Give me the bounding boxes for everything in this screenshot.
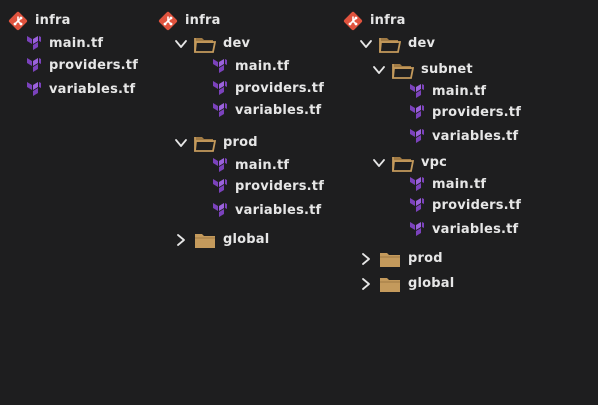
tree-row-label: prod bbox=[408, 251, 443, 266]
tree-row-file[interactable]: main.tf bbox=[409, 81, 486, 103]
tree-row-label: main.tf bbox=[235, 158, 290, 173]
terraform-icon bbox=[409, 128, 425, 146]
folder-closed-icon bbox=[194, 231, 216, 249]
tree-row-label: main.tf bbox=[432, 84, 487, 99]
terraform-icon bbox=[409, 104, 425, 122]
terraform-icon bbox=[212, 157, 228, 175]
terraform-icon bbox=[409, 221, 425, 239]
tree-panel-environments: infra dev main.tf providers.tf variables… bbox=[155, 0, 355, 405]
git-icon bbox=[8, 11, 28, 31]
tree-folder-dev[interactable]: dev bbox=[359, 33, 435, 55]
tree-row-label: main.tf bbox=[432, 177, 487, 192]
chevron-right-icon[interactable] bbox=[359, 277, 373, 291]
tree-row-label: variables.tf bbox=[235, 103, 322, 118]
folder-open-icon bbox=[194, 134, 216, 152]
tree-folder-global[interactable]: global bbox=[174, 229, 269, 251]
folder-open-icon bbox=[392, 61, 414, 79]
tree-row-label: providers.tf bbox=[235, 81, 325, 96]
tree-row-file[interactable]: variables.tf bbox=[409, 219, 518, 241]
git-icon bbox=[343, 11, 363, 31]
tree-row-label: global bbox=[408, 276, 455, 291]
terraform-icon bbox=[212, 58, 228, 76]
chevron-down-icon[interactable] bbox=[359, 37, 373, 51]
tree-row-label: providers.tf bbox=[432, 105, 522, 120]
tree-row-label: main.tf bbox=[49, 36, 104, 51]
terraform-icon bbox=[26, 35, 42, 53]
terraform-icon bbox=[409, 176, 425, 194]
terraform-icon bbox=[212, 80, 228, 98]
tree-row-label: providers.tf bbox=[49, 58, 139, 73]
tree-row-label: global bbox=[223, 232, 270, 247]
tree-folder-prod[interactable]: prod bbox=[174, 132, 258, 154]
terraform-icon bbox=[212, 102, 228, 120]
tree-row-label: main.tf bbox=[235, 59, 290, 74]
tree-row-file[interactable]: main.tf bbox=[212, 56, 289, 78]
tree-row-file[interactable]: providers.tf bbox=[409, 195, 521, 217]
chevron-down-icon[interactable] bbox=[174, 136, 188, 150]
chevron-down-icon[interactable] bbox=[372, 63, 386, 77]
tree-row-file[interactable]: variables.tf bbox=[212, 200, 321, 222]
terraform-icon bbox=[26, 81, 42, 99]
tree-row-label: dev bbox=[223, 36, 251, 51]
tree-folder-dev[interactable]: dev bbox=[174, 33, 250, 55]
tree-row-file[interactable]: providers.tf bbox=[409, 102, 521, 124]
chevron-down-icon[interactable] bbox=[174, 37, 188, 51]
terraform-icon bbox=[26, 57, 42, 75]
chevron-down-icon[interactable] bbox=[372, 156, 386, 170]
tree-row-label: infra bbox=[370, 13, 406, 28]
tree-row-file[interactable]: main.tf bbox=[409, 174, 486, 196]
tree-row-file[interactable]: variables.tf bbox=[409, 126, 518, 148]
terraform-icon bbox=[409, 83, 425, 101]
terraform-icon bbox=[409, 197, 425, 215]
tree-row-repo[interactable]: infra bbox=[8, 10, 71, 32]
tree-row-label: vpc bbox=[421, 155, 448, 170]
folder-open-icon bbox=[379, 35, 401, 53]
chevron-right-icon[interactable] bbox=[359, 252, 373, 266]
tree-row-repo[interactable]: infra bbox=[158, 10, 221, 32]
tree-row-file[interactable]: main.tf bbox=[26, 33, 103, 55]
tree-folder-vpc[interactable]: vpc bbox=[372, 152, 447, 174]
folder-open-icon bbox=[392, 154, 414, 172]
tree-row-label: infra bbox=[185, 13, 221, 28]
tree-folder-prod[interactable]: prod bbox=[359, 248, 443, 270]
tree-folder-global[interactable]: global bbox=[359, 273, 454, 295]
tree-row-label: providers.tf bbox=[432, 198, 522, 213]
terraform-icon bbox=[212, 202, 228, 220]
folder-closed-icon bbox=[379, 275, 401, 293]
tree-row-label: variables.tf bbox=[432, 129, 519, 144]
tree-row-label: subnet bbox=[421, 62, 473, 77]
tree-row-label: variables.tf bbox=[235, 203, 322, 218]
folder-closed-icon bbox=[379, 250, 401, 268]
tree-row-file[interactable]: variables.tf bbox=[212, 100, 321, 122]
tree-row-label: providers.tf bbox=[235, 179, 325, 194]
tree-row-label: variables.tf bbox=[49, 82, 136, 97]
git-icon bbox=[158, 11, 178, 31]
tree-row-file[interactable]: variables.tf bbox=[26, 79, 135, 101]
terraform-icon bbox=[212, 178, 228, 196]
tree-row-file[interactable]: providers.tf bbox=[26, 55, 138, 77]
tree-row-file[interactable]: providers.tf bbox=[212, 176, 324, 198]
tree-row-label: dev bbox=[408, 36, 436, 51]
tree-row-label: variables.tf bbox=[432, 222, 519, 237]
tree-row-file[interactable]: providers.tf bbox=[212, 78, 324, 100]
chevron-right-icon[interactable] bbox=[174, 233, 188, 247]
tree-panel-modules: infra dev subnet main.tf providers.tf va… bbox=[340, 0, 540, 405]
tree-row-file[interactable]: main.tf bbox=[212, 155, 289, 177]
folder-open-icon bbox=[194, 35, 216, 53]
tree-folder-subnet[interactable]: subnet bbox=[372, 59, 473, 81]
tree-row-repo[interactable]: infra bbox=[343, 10, 406, 32]
tree-row-label: infra bbox=[35, 13, 71, 28]
tree-row-label: prod bbox=[223, 135, 258, 150]
